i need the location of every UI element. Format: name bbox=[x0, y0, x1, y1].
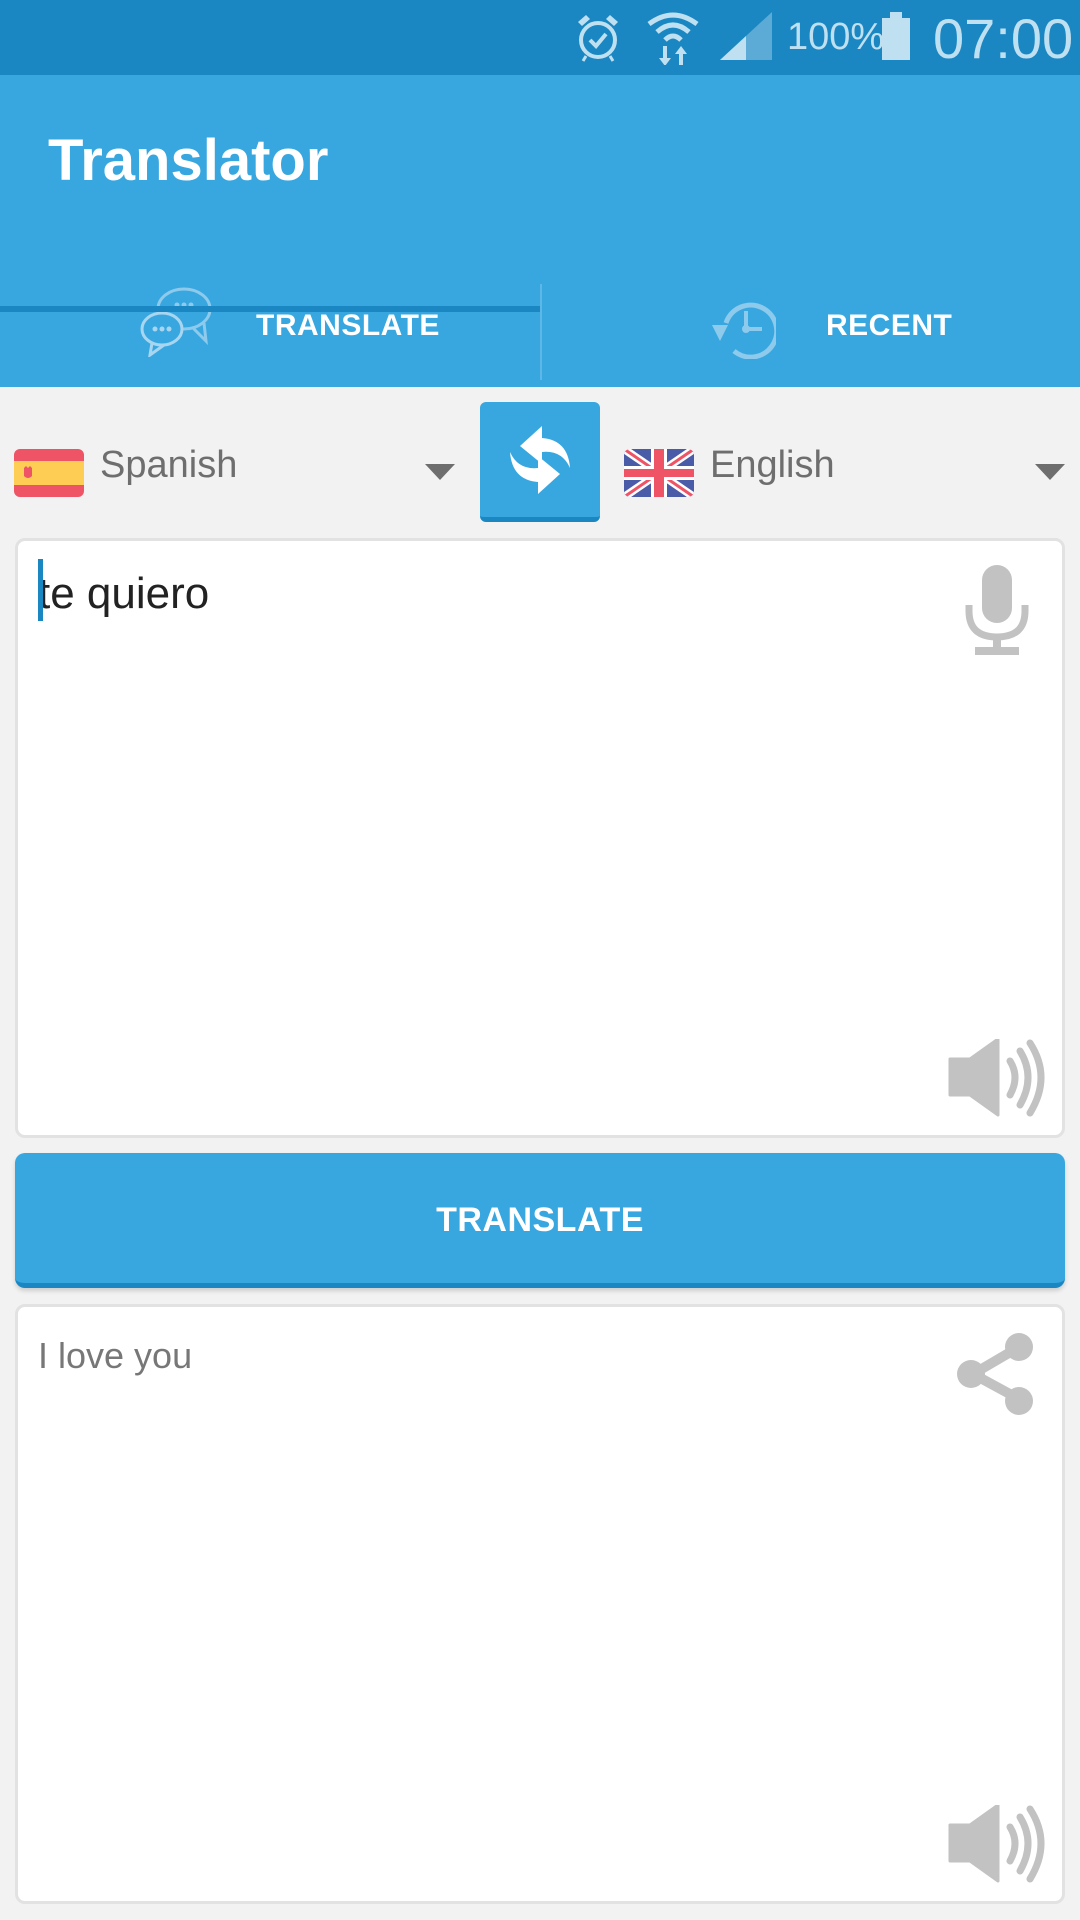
tab-bar: TRANSLATE RECENT bbox=[0, 267, 1080, 387]
target-language-dropdown[interactable]: English bbox=[610, 400, 1080, 525]
translation-result-card: I love you bbox=[15, 1304, 1065, 1904]
battery-percentage: 100% bbox=[787, 16, 885, 58]
share-icon bbox=[957, 1333, 1033, 1415]
microphone-icon bbox=[965, 565, 1029, 655]
target-language-name: English bbox=[710, 444, 835, 486]
swap-languages-button[interactable] bbox=[480, 402, 600, 522]
translation-result-text: I love you bbox=[38, 1335, 193, 1376]
alarm-icon bbox=[578, 15, 618, 62]
chat-bubbles-icon bbox=[140, 287, 212, 357]
app-title: Translator bbox=[48, 128, 329, 193]
battery-icon bbox=[882, 12, 910, 60]
translate-button-label: TRANSLATE bbox=[436, 1201, 644, 1239]
microphone-button[interactable] bbox=[963, 565, 1031, 657]
tab-recent[interactable]: RECENT bbox=[540, 267, 1080, 387]
share-button[interactable] bbox=[953, 1329, 1043, 1419]
spain-flag-icon bbox=[14, 449, 84, 497]
tab-translate[interactable]: TRANSLATE bbox=[0, 267, 540, 387]
clock: 07:00 bbox=[933, 7, 1074, 70]
status-bar: 100% 07:00 bbox=[0, 0, 1080, 75]
speaker-icon bbox=[948, 1037, 1045, 1117]
text-cursor bbox=[38, 559, 43, 621]
chevron-down-icon bbox=[1035, 464, 1065, 480]
source-text-card bbox=[15, 538, 1065, 1138]
wifi-icon bbox=[647, 12, 699, 65]
source-language-dropdown[interactable]: Spanish bbox=[0, 400, 470, 525]
app-bar: Translator TRANSLATE RECENT bbox=[0, 75, 1080, 387]
translate-button[interactable]: TRANSLATE bbox=[15, 1153, 1065, 1288]
speak-translation-button[interactable] bbox=[948, 1803, 1048, 1885]
source-text-input[interactable] bbox=[38, 569, 938, 619]
speak-source-button[interactable] bbox=[948, 1037, 1048, 1119]
tab-translate-label: TRANSLATE bbox=[256, 309, 440, 342]
tab-recent-label: RECENT bbox=[826, 309, 953, 342]
chevron-down-icon bbox=[425, 464, 455, 480]
source-language-name: Spanish bbox=[100, 444, 238, 486]
active-tab-indicator bbox=[0, 306, 540, 312]
swap-icon bbox=[510, 426, 570, 494]
history-icon bbox=[712, 302, 776, 359]
signal-icon bbox=[720, 12, 772, 60]
speaker-icon bbox=[948, 1803, 1045, 1883]
uk-flag-icon bbox=[624, 449, 694, 497]
